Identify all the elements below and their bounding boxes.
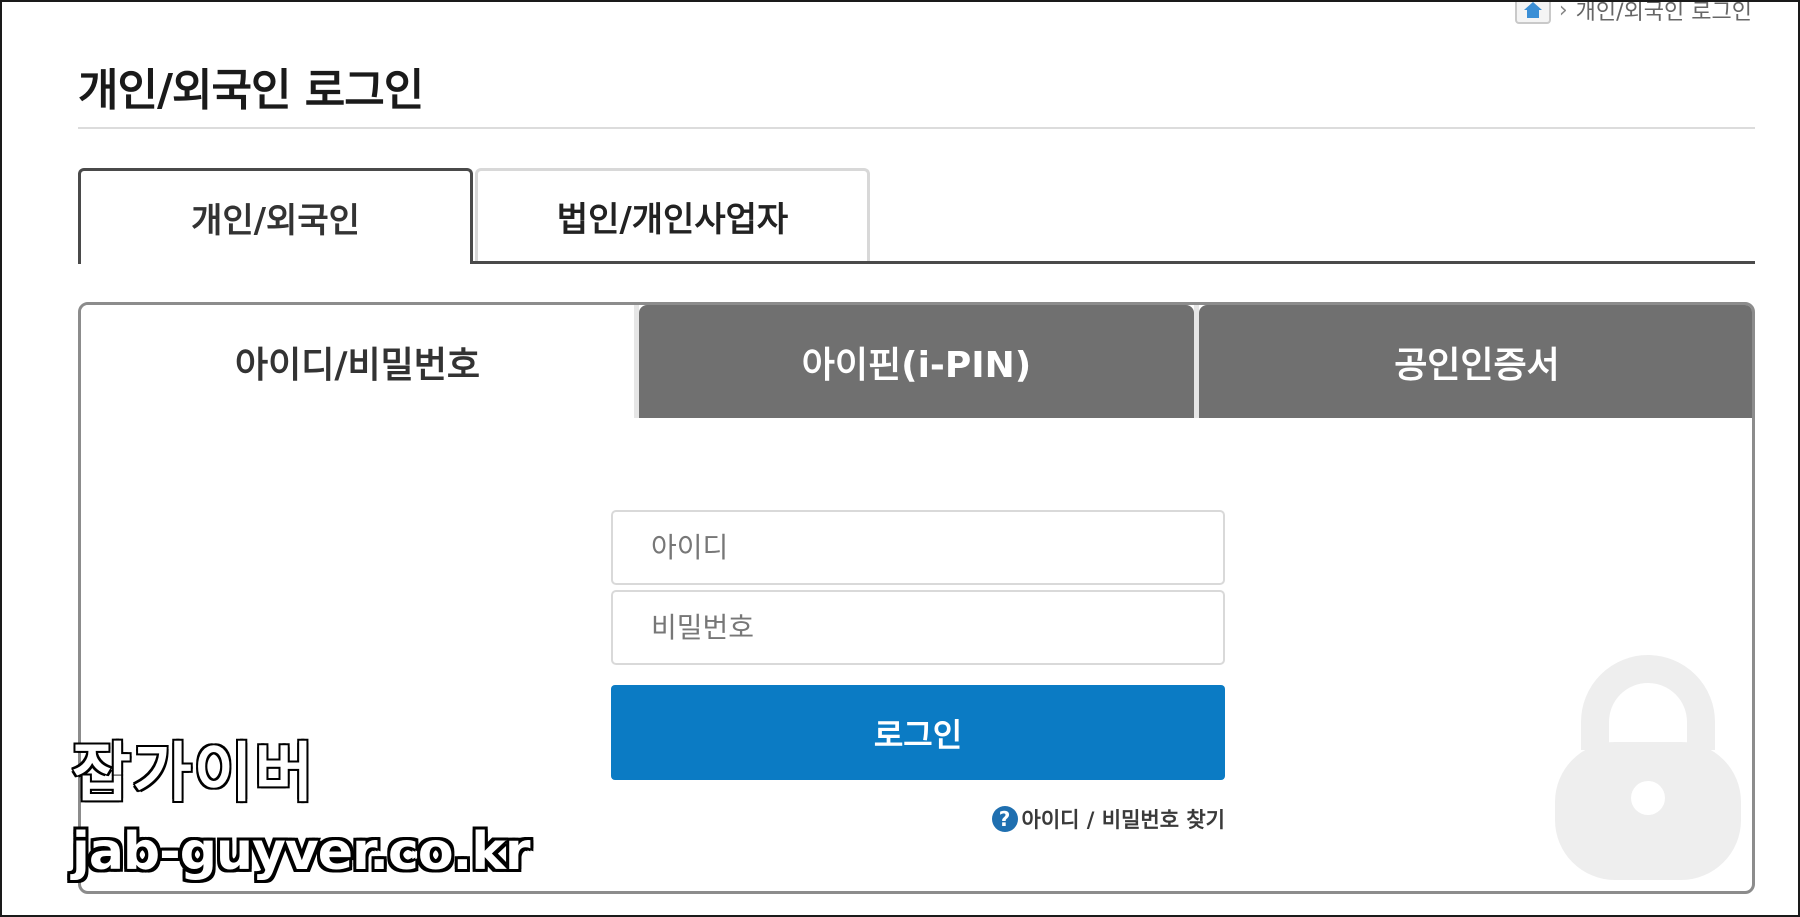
find-id-password-link[interactable]: ? 아이디 / 비밀번호 찾기 xyxy=(611,804,1225,834)
tab-id-password[interactable]: 아이디/비밀번호 xyxy=(81,305,634,418)
breadcrumb-current: 개인/외국인 로그인 xyxy=(1575,0,1752,25)
lock-icon xyxy=(1555,655,1741,880)
page-title: 개인/외국인 로그인 xyxy=(78,65,424,116)
find-link-label: 아이디 / 비밀번호 찾기 xyxy=(1021,808,1225,832)
tab-ipin[interactable]: 아이핀(i-PIN) xyxy=(639,305,1194,418)
login-button[interactable]: 로그인 xyxy=(611,685,1225,780)
page-frame: › 개인/외국인 로그인 개인/외국인 로그인 개인/외국인 법인/개인사업자 … xyxy=(0,0,1800,917)
id-input[interactable] xyxy=(611,510,1225,585)
login-form: 로그인 ? 아이디 / 비밀번호 찾기 xyxy=(611,510,1225,834)
tab-certificate[interactable]: 공인인증서 xyxy=(1199,305,1752,418)
title-divider xyxy=(78,127,1755,129)
password-input[interactable] xyxy=(611,590,1225,665)
watermark: 잡가이버 jab-guyver.co.kr xyxy=(71,722,531,883)
home-icon[interactable] xyxy=(1514,2,1551,24)
tab-personal-foreigner[interactable]: 개인/외국인 xyxy=(78,168,473,264)
tab-corporate-business[interactable]: 법인/개인사업자 xyxy=(475,168,870,261)
watermark-url: jab-guyver.co.kr xyxy=(72,822,531,882)
help-icon: ? xyxy=(991,806,1018,832)
user-type-tabs: 개인/외국인 법인/개인사업자 xyxy=(78,168,1755,264)
watermark-name: 잡가이버 xyxy=(71,736,316,813)
breadcrumb-separator: › xyxy=(1558,0,1568,23)
breadcrumb: › 개인/외국인 로그인 xyxy=(1514,0,1752,26)
